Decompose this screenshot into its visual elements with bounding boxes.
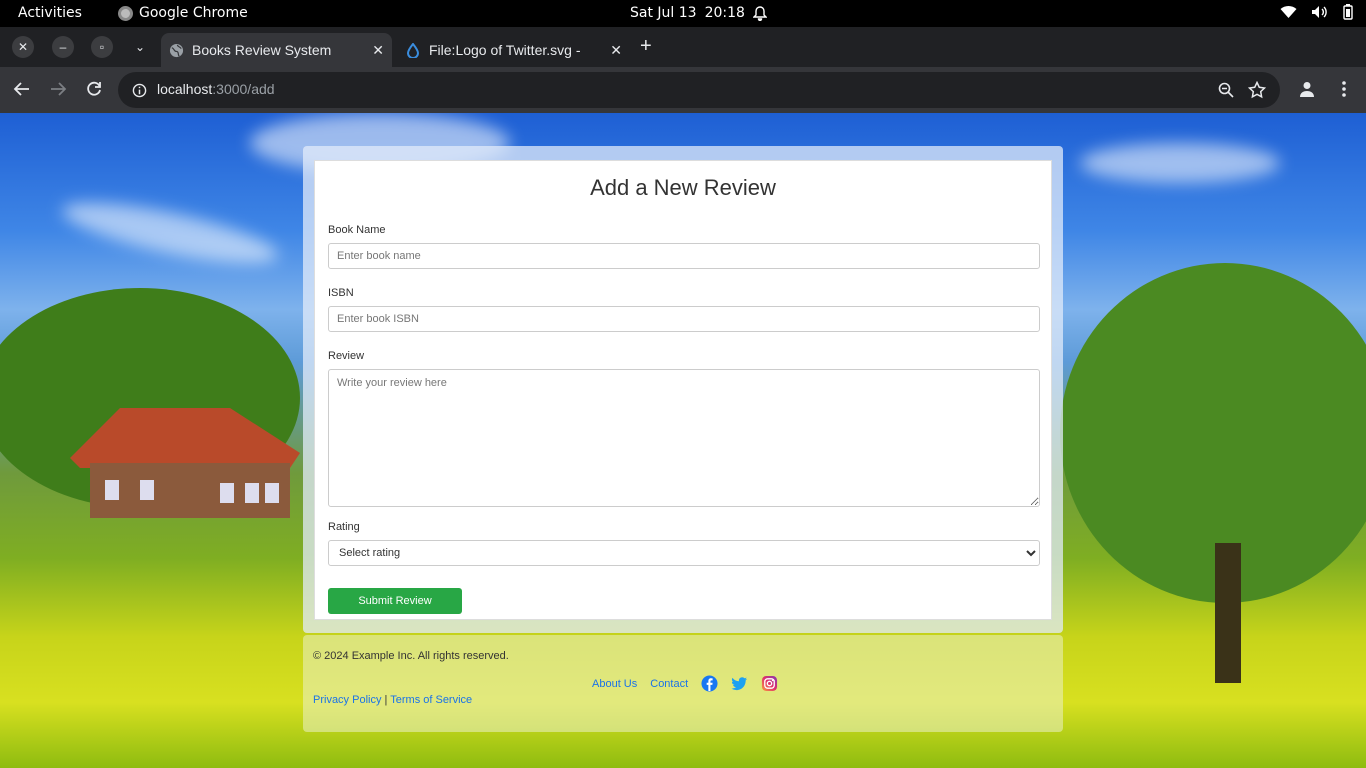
app-name-label: Google Chrome	[139, 5, 248, 21]
url-path: :3000/add	[212, 81, 275, 97]
system-tray[interactable]	[1280, 4, 1354, 20]
battery-icon	[1343, 4, 1353, 20]
url-text[interactable]: localhost:3000/add	[157, 81, 275, 97]
profile-icon[interactable]	[1298, 80, 1316, 98]
background-cloud	[58, 190, 282, 276]
forward-icon[interactable]	[49, 80, 67, 98]
legal-separator: |	[384, 694, 388, 706]
tree-trunk	[1215, 543, 1241, 683]
url-host: localhost	[157, 81, 213, 97]
zoom-icon[interactable]	[1218, 82, 1234, 98]
book-name-label: Book Name	[328, 224, 386, 236]
window-minimize-button[interactable]: –	[52, 36, 74, 58]
wifi-icon	[1280, 5, 1297, 19]
tab-close-icon[interactable]: ✕	[372, 42, 384, 59]
browser-toolbar: localhost:3000/add	[0, 67, 1366, 113]
background-house	[70, 408, 300, 518]
tab-strip: ✕ – ▫ ⌄ Books Review System ✕ File:Logo …	[0, 27, 1366, 67]
rating-select[interactable]: Select rating	[328, 540, 1040, 566]
instagram-icon[interactable]	[761, 675, 778, 692]
book-name-input[interactable]	[328, 243, 1040, 269]
legal-links: Privacy Policy | Terms of Service	[313, 694, 472, 706]
chrome-icon	[118, 5, 133, 21]
tab-title: File:Logo of Twitter.svg -	[429, 42, 581, 58]
facebook-icon[interactable]	[701, 675, 718, 692]
submit-review-button[interactable]: Submit Review	[328, 588, 462, 614]
back-icon[interactable]	[13, 80, 31, 98]
new-tab-button[interactable]: +	[640, 36, 652, 56]
page-viewport: Add a New Review Book Name ISBN Review R…	[0, 113, 1366, 768]
isbn-input[interactable]	[328, 306, 1040, 332]
address-bar[interactable]: localhost:3000/add	[118, 72, 1280, 108]
isbn-label: ISBN	[328, 287, 354, 299]
copyright-text: © 2024 Example Inc. All rights reserved.	[313, 650, 509, 662]
bookmark-star-icon[interactable]	[1248, 81, 1266, 99]
tab-close-icon[interactable]: ✕	[610, 42, 622, 59]
tab-twitter-logo[interactable]: File:Logo of Twitter.svg - ✕	[398, 33, 630, 67]
background-tree	[1060, 263, 1366, 603]
menu-kebab-icon[interactable]	[1336, 80, 1352, 98]
form-container: Add a New Review Book Name ISBN Review R…	[303, 146, 1063, 633]
wikimedia-icon	[406, 42, 420, 58]
rating-label: Rating	[328, 521, 360, 533]
about-us-link[interactable]: About Us	[592, 678, 637, 690]
review-form: Add a New Review Book Name ISBN Review R…	[314, 160, 1052, 620]
alarm-bell-icon	[752, 5, 767, 21]
clock-date: Sat Jul 13	[630, 5, 697, 21]
site-info-icon[interactable]	[132, 83, 147, 98]
window-restore-button[interactable]: ▫	[91, 36, 113, 58]
globe-icon	[169, 43, 184, 57]
twitter-icon[interactable]	[731, 675, 748, 692]
system-top-bar: Activities Google Chrome Sat Jul 13 20:1…	[0, 0, 1366, 27]
footer-links: About Us Contact	[592, 675, 778, 692]
privacy-policy-link[interactable]: Privacy Policy	[313, 694, 381, 706]
clock-time: 20:18	[704, 5, 745, 21]
activities-button[interactable]: Activities	[18, 5, 82, 21]
tab-books-review[interactable]: Books Review System ✕	[161, 33, 392, 67]
background-cloud	[1080, 143, 1280, 183]
page-title: Add a New Review	[590, 175, 776, 200]
volume-icon	[1312, 6, 1327, 18]
terms-of-service-link[interactable]: Terms of Service	[390, 694, 472, 706]
page-footer: © 2024 Example Inc. All rights reserved.…	[303, 635, 1063, 732]
contact-link[interactable]: Contact	[650, 678, 688, 690]
reload-icon[interactable]	[85, 80, 103, 98]
tab-search-button[interactable]: ⌄	[129, 36, 151, 58]
window-close-button[interactable]: ✕	[12, 36, 34, 58]
tab-title: Books Review System	[192, 42, 332, 58]
app-menu[interactable]: Google Chrome	[118, 5, 248, 21]
clock[interactable]: Sat Jul 13 20:18	[630, 5, 767, 21]
review-textarea[interactable]	[328, 369, 1040, 507]
review-label: Review	[328, 350, 365, 362]
